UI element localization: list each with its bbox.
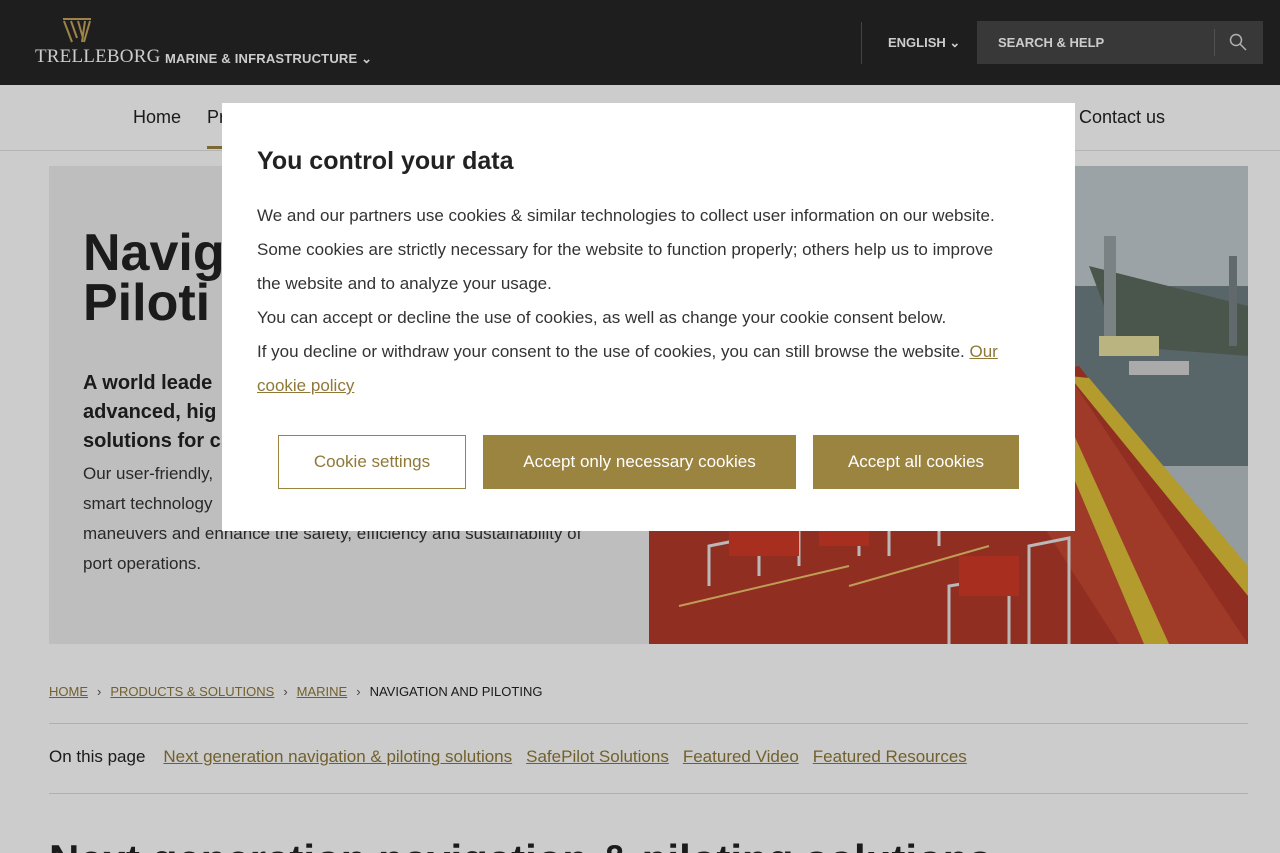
cookie-text-line: If you decline or withdraw your consent … bbox=[257, 335, 1047, 369]
cookie-settings-button[interactable]: Cookie settings bbox=[278, 435, 466, 489]
accept-all-cookies-button[interactable]: Accept all cookies bbox=[813, 435, 1019, 489]
cookie-text-line: cookie policy bbox=[257, 369, 1047, 403]
accept-necessary-cookies-button[interactable]: Accept only necessary cookies bbox=[483, 435, 796, 489]
cookie-consent-dialog: You control your data We and our partner… bbox=[222, 103, 1075, 531]
cookie-dialog-text: We and our partners use cookies & simila… bbox=[257, 199, 1047, 403]
cookie-text-line: Some cookies are strictly necessary for … bbox=[257, 240, 994, 259]
cookie-text-line: We and our partners use cookies & simila… bbox=[257, 206, 995, 225]
cookie-text-line: You can accept or decline the use of coo… bbox=[257, 308, 947, 327]
cookie-policy-link[interactable]: Our bbox=[970, 342, 998, 361]
cookie-policy-link[interactable]: cookie policy bbox=[257, 376, 354, 395]
cookie-text-line-part: If you decline or withdraw your consent … bbox=[257, 342, 965, 361]
cookie-dialog-title: You control your data bbox=[257, 147, 514, 175]
cookie-text-line: the website and to analyze your usage. bbox=[257, 274, 552, 293]
